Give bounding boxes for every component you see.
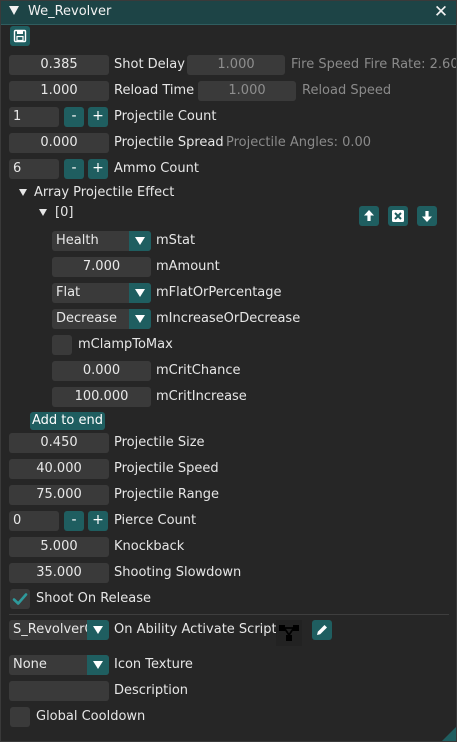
window-title: We_Revolver: [28, 4, 112, 19]
mflatorpercentage-value: Flat: [56, 285, 81, 300]
icon-texture-value: None: [13, 657, 47, 672]
mflatorpercentage-label: mFlatOrPercentage: [156, 285, 282, 300]
pierce-count-minus-button[interactable]: -: [64, 511, 84, 531]
chevron-down-icon[interactable]: [129, 283, 151, 303]
mcritchance-label: mCritChance: [156, 363, 241, 378]
projectile-range-input[interactable]: 75.000: [9, 485, 109, 505]
array-effect-label[interactable]: Array Projectile Effect: [34, 183, 174, 203]
node-graph-icon: [279, 625, 299, 641]
fire-speed-label: Fire Speed: [291, 57, 360, 72]
mstat-label: mStat: [156, 233, 196, 248]
knockback-label: Knockback: [114, 539, 185, 554]
projectile-spread-input[interactable]: 0.000: [9, 133, 109, 153]
shoot-on-release-checkbox[interactable]: [10, 589, 30, 609]
projectile-size-input[interactable]: 0.450: [9, 433, 109, 453]
inspector-window: We_Revolver ✕ 0.385 Shot Delay 1.000 Fir…: [0, 0, 457, 742]
ammo-count-input[interactable]: 6: [9, 159, 59, 179]
collapse-arrow-icon[interactable]: [9, 6, 19, 15]
reload-speed-label: Reload Speed: [302, 83, 392, 98]
shoot-on-release-label: Shoot On Release: [36, 591, 152, 606]
script-graph-button[interactable]: [276, 620, 302, 646]
save-icon: [13, 29, 27, 43]
title-bar[interactable]: We_Revolver ✕: [1, 1, 456, 25]
reload-speed-input[interactable]: 1.000: [198, 81, 296, 101]
mflatorpercentage-dropdown[interactable]: Flat: [52, 283, 151, 303]
close-icon[interactable]: ✕: [432, 2, 450, 22]
mincreaseordecrease-value: Decrease: [56, 311, 117, 326]
mincreaseordecrease-label: mIncreaseOrDecrease: [156, 311, 301, 326]
pencil-icon: [317, 625, 327, 635]
mamount-input[interactable]: 7.000: [52, 257, 151, 277]
mincreaseordecrease-dropdown[interactable]: Decrease: [52, 309, 151, 329]
projectile-spread-label: Projectile Spread: [114, 135, 224, 150]
fire-speed-input[interactable]: 1.000: [187, 55, 285, 75]
description-label: Description: [114, 683, 189, 698]
shot-delay-input[interactable]: 0.385: [9, 55, 109, 75]
chevron-down-icon[interactable]: [87, 620, 109, 640]
remove-element-button[interactable]: [388, 206, 408, 226]
mclamptomax-label: mClampToMax: [78, 337, 173, 352]
add-to-end-button[interactable]: Add to end: [30, 412, 105, 430]
icon-texture-label: Icon Texture: [114, 657, 193, 672]
shot-delay-label: Shot Delay: [114, 57, 185, 72]
projectile-speed-label: Projectile Speed: [114, 461, 219, 476]
ability-script-value: S_RevolverO: [13, 622, 95, 637]
description-input[interactable]: [9, 681, 109, 701]
projectile-count-label: Projectile Count: [114, 109, 217, 124]
global-cooldown-label: Global Cooldown: [36, 709, 146, 724]
array-effect-expand-icon[interactable]: [19, 189, 27, 196]
pierce-count-plus-button[interactable]: +: [88, 511, 108, 531]
edit-script-button[interactable]: [312, 620, 332, 640]
projectile-count-input[interactable]: 1: [9, 107, 59, 127]
projectile-range-label: Projectile Range: [114, 487, 220, 502]
knockback-input[interactable]: 5.000: [9, 537, 109, 557]
projectile-angles-info: Projectile Angles: 0.00: [226, 135, 372, 150]
mstat-dropdown[interactable]: Health: [52, 231, 151, 251]
element-0-label[interactable]: [0]: [55, 203, 73, 223]
mcritchance-input[interactable]: 0.000: [52, 361, 151, 381]
projectile-count-minus-button[interactable]: -: [64, 107, 84, 127]
shooting-slowdown-input[interactable]: 35.000: [9, 563, 109, 583]
shooting-slowdown-label: Shooting Slowdown: [114, 565, 242, 580]
mclamptomax-checkbox[interactable]: [52, 335, 72, 355]
ammo-count-plus-button[interactable]: +: [88, 159, 108, 179]
reload-time-label: Reload Time: [114, 83, 195, 98]
icon-texture-dropdown[interactable]: None: [9, 655, 109, 675]
mstat-value: Health: [56, 233, 99, 248]
move-up-button[interactable]: [359, 206, 379, 226]
mcritincrease-label: mCritIncrease: [156, 389, 247, 404]
ability-script-label: On Ability Activate Script: [114, 622, 277, 637]
global-cooldown-checkbox[interactable]: [10, 707, 30, 727]
projectile-size-label: Projectile Size: [114, 435, 205, 450]
mamount-label: mAmount: [156, 259, 220, 274]
mcritincrease-input[interactable]: 100.000: [52, 387, 151, 407]
delete-x-icon: [392, 210, 404, 222]
arrow-up-icon: [364, 210, 374, 221]
ammo-count-label: Ammo Count: [114, 161, 199, 176]
chevron-down-icon[interactable]: [129, 309, 151, 329]
chevron-down-icon[interactable]: [87, 655, 109, 675]
pierce-count-input[interactable]: 0: [9, 511, 59, 531]
projectile-speed-input[interactable]: 40.000: [9, 459, 109, 479]
save-button[interactable]: [10, 26, 30, 46]
ammo-count-minus-button[interactable]: -: [64, 159, 84, 179]
pierce-count-label: Pierce Count: [114, 513, 197, 528]
projectile-count-plus-button[interactable]: +: [88, 107, 108, 127]
section-divider: [9, 614, 449, 615]
checkmark-icon: [12, 593, 28, 605]
resize-grip-icon[interactable]: [442, 727, 456, 741]
fire-rate-info: Fire Rate: 2.60: [364, 57, 457, 72]
element-0-expand-icon[interactable]: [39, 209, 47, 216]
chevron-down-icon[interactable]: [129, 231, 151, 251]
ability-script-dropdown[interactable]: S_RevolverO: [9, 620, 109, 640]
reload-time-input[interactable]: 1.000: [9, 81, 109, 101]
move-down-button[interactable]: [417, 206, 437, 226]
arrow-down-icon: [422, 211, 432, 222]
